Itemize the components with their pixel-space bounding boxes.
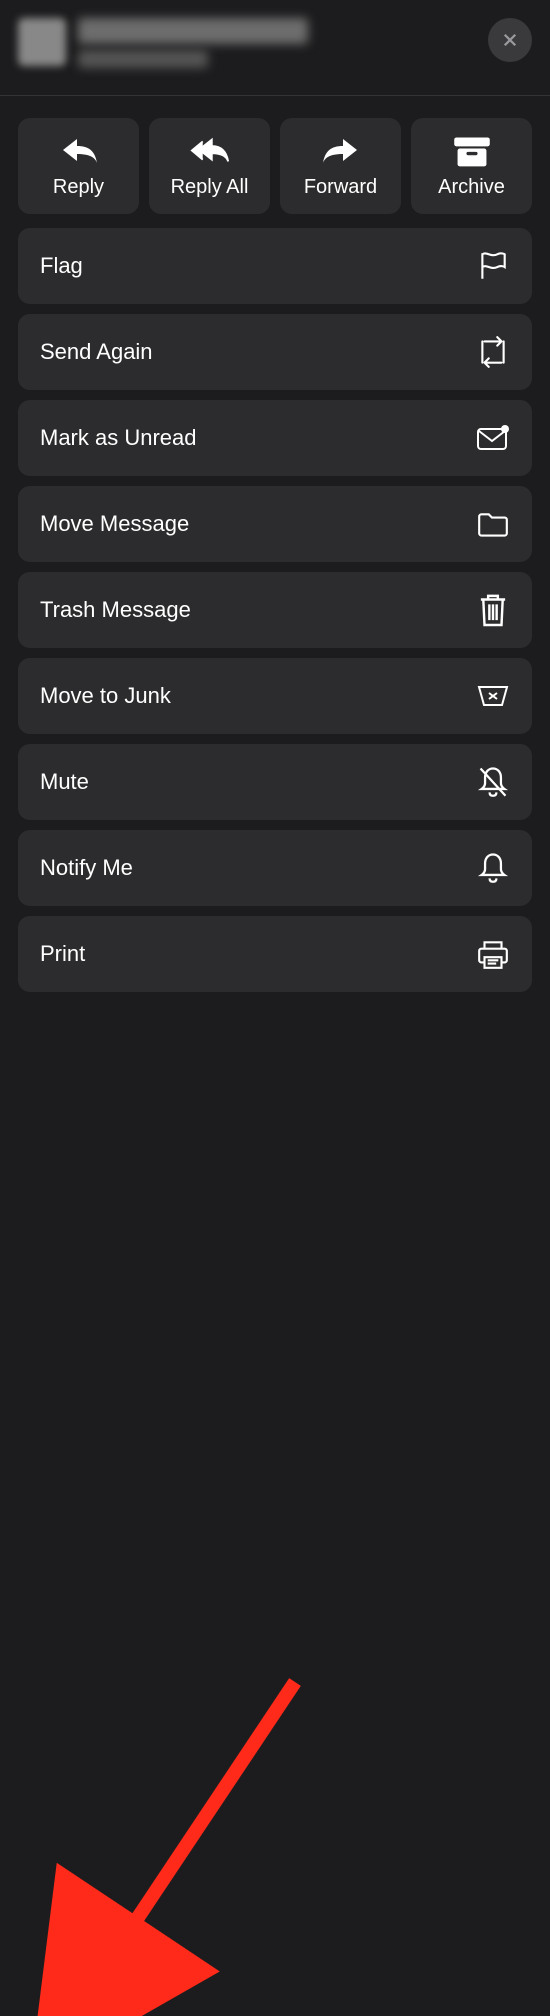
forward-icon xyxy=(321,134,361,168)
print-icon xyxy=(476,937,510,971)
menu-item-flag[interactable]: Flag xyxy=(18,228,532,304)
flag-label: Flag xyxy=(40,253,83,279)
sender-subline-blurred xyxy=(78,50,208,68)
annotation-arrow xyxy=(0,992,550,2016)
menu-item-trash-message[interactable]: Trash Message xyxy=(18,572,532,648)
move-message-label: Move Message xyxy=(40,511,189,537)
sender-avatar xyxy=(18,18,66,66)
forward-button[interactable]: Forward xyxy=(280,118,401,214)
menu-item-mute[interactable]: Mute xyxy=(18,744,532,820)
close-button[interactable] xyxy=(488,18,532,62)
folder-icon xyxy=(476,507,510,541)
move-to-junk-label: Move to Junk xyxy=(40,683,171,709)
mark-unread-icon xyxy=(476,421,510,455)
mute-label: Mute xyxy=(40,769,89,795)
mute-icon xyxy=(476,765,510,799)
menu-item-send-again[interactable]: Send Again xyxy=(18,314,532,390)
print-label: Print xyxy=(40,941,85,967)
send-again-label: Send Again xyxy=(40,339,153,365)
reply-all-icon xyxy=(190,134,230,168)
reply-all-label: Reply All xyxy=(171,176,249,199)
sender-name-blurred xyxy=(78,18,308,44)
menu-item-move-to-junk[interactable]: Move to Junk xyxy=(18,658,532,734)
trash-icon xyxy=(476,593,510,627)
trash-message-label: Trash Message xyxy=(40,597,191,623)
notify-icon xyxy=(476,851,510,885)
flag-icon xyxy=(476,249,510,283)
notify-me-label: Notify Me xyxy=(40,855,133,881)
archive-icon xyxy=(452,134,492,168)
menu-item-notify-me[interactable]: Notify Me xyxy=(18,830,532,906)
close-icon xyxy=(501,31,519,49)
junk-icon xyxy=(476,679,510,713)
menu-item-move-message[interactable]: Move Message xyxy=(18,486,532,562)
menu-item-mark-unread[interactable]: Mark as Unread xyxy=(18,400,532,476)
reply-button[interactable]: Reply xyxy=(18,118,139,214)
mark-unread-label: Mark as Unread xyxy=(40,425,197,451)
archive-button[interactable]: Archive xyxy=(411,118,532,214)
forward-label: Forward xyxy=(304,176,377,199)
send-again-icon xyxy=(476,335,510,369)
reply-icon xyxy=(59,134,99,168)
reply-label: Reply xyxy=(53,176,104,199)
reply-all-button[interactable]: Reply All xyxy=(149,118,270,214)
menu-item-print[interactable]: Print xyxy=(18,916,532,992)
archive-label: Archive xyxy=(438,176,505,199)
